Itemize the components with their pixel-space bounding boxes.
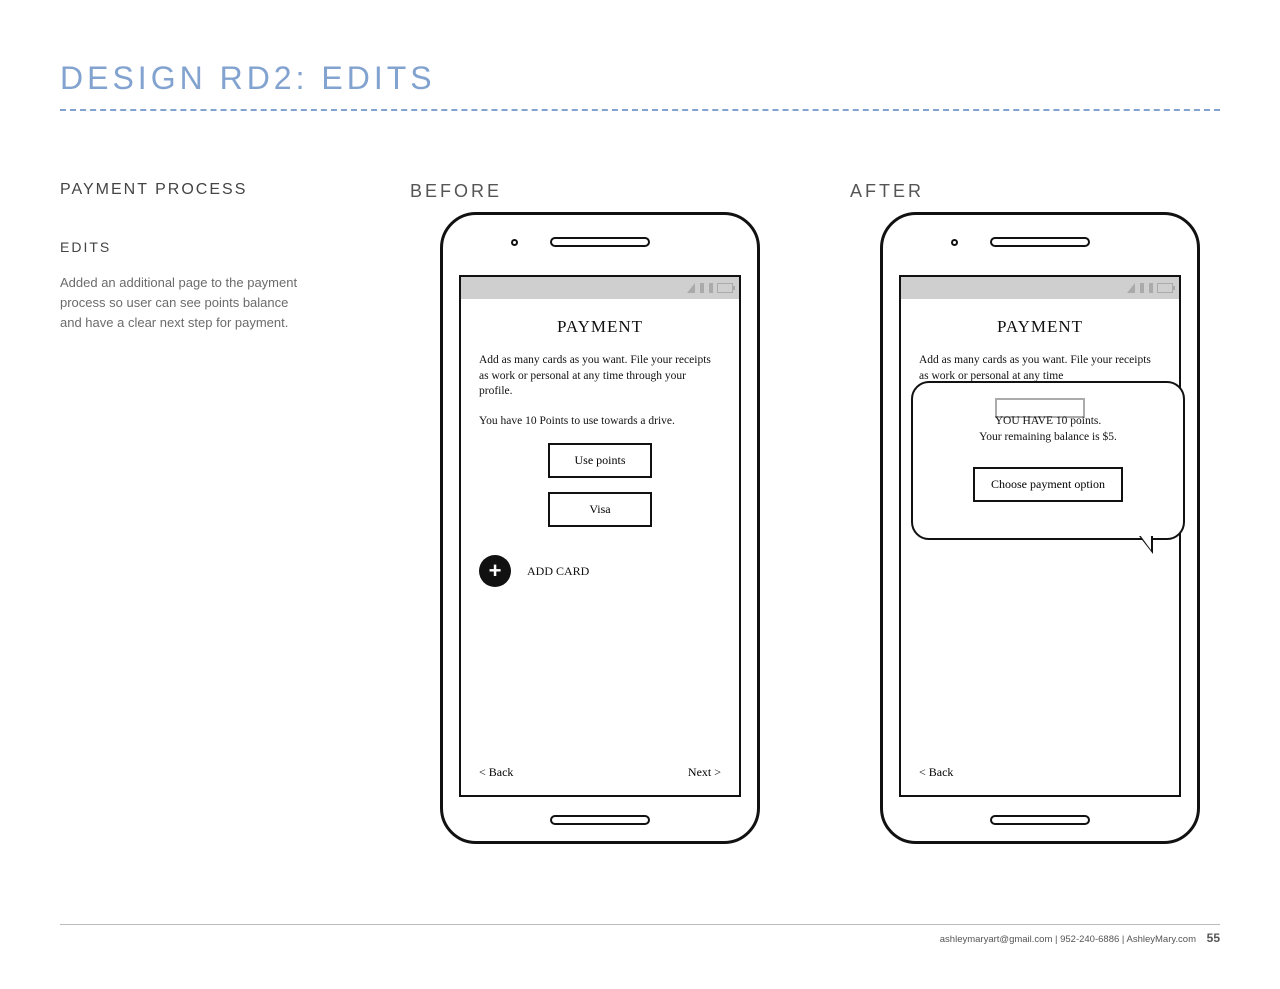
phone-frame-after: PAYMENT Add as many cards as you want. F… xyxy=(880,212,1200,844)
after-label: AFTER xyxy=(850,181,1240,202)
battery-icon xyxy=(717,283,733,293)
edits-description: Added an additional page to the payment … xyxy=(60,273,300,333)
status-bar xyxy=(461,277,739,299)
wizard-nav: < Back Next > xyxy=(461,755,739,795)
phone-home-icon xyxy=(990,815,1090,825)
next-button[interactable]: Next > xyxy=(688,765,721,780)
payment-instructions: Add as many cards as you want. File your… xyxy=(479,353,721,400)
page-title: DESIGN RD2: EDITS xyxy=(60,60,1220,105)
sidebar: PAYMENT PROCESS EDITS Added an additiona… xyxy=(60,181,360,844)
points-balance-text: You have 10 Points to use towards a driv… xyxy=(479,414,721,430)
signal-icon xyxy=(1140,283,1144,293)
visa-button[interactable]: Visa xyxy=(548,492,652,527)
screen-body-before: PAYMENT Add as many cards as you want. F… xyxy=(461,299,739,755)
signal-icon xyxy=(700,283,704,293)
signal-icon xyxy=(709,283,713,293)
choose-payment-button[interactable]: Choose payment option xyxy=(973,467,1123,502)
back-button[interactable]: < Back xyxy=(919,765,953,780)
popup-balance-line: Your remaining balance is $5. xyxy=(931,429,1165,445)
after-column: AFTER PAYMENT Add as many cards as you w… xyxy=(840,181,1240,844)
phone-home-icon xyxy=(550,815,650,825)
phone-speaker-icon xyxy=(550,237,650,247)
before-column: BEFORE PAYMENT Add as many cards as you … xyxy=(400,181,800,844)
wizard-nav: < Back xyxy=(901,755,1179,795)
before-label: BEFORE xyxy=(410,181,800,202)
page-footer: ashleymaryart@gmail.com | 952-240-6886 |… xyxy=(60,924,1220,945)
screen-title: PAYMENT xyxy=(479,317,721,337)
footer-contact: ashleymaryart@gmail.com | 952-240-6886 |… xyxy=(940,934,1196,945)
phone-frame-before: PAYMENT Add as many cards as you want. F… xyxy=(440,212,760,844)
add-card-button[interactable]: + ADD CARD xyxy=(479,555,721,587)
payment-instructions: Add as many cards as you want. File your… xyxy=(919,353,1161,384)
title-divider xyxy=(60,109,1220,111)
add-card-label: ADD CARD xyxy=(527,564,589,579)
battery-icon xyxy=(1157,283,1173,293)
status-bar xyxy=(901,277,1179,299)
screen-title: PAYMENT xyxy=(919,317,1161,337)
section-heading: PAYMENT PROCESS xyxy=(60,181,360,199)
back-button[interactable]: < Back xyxy=(479,765,513,780)
phone-camera-icon xyxy=(951,239,958,246)
phone-speaker-icon xyxy=(990,237,1090,247)
screen-body-after: PAYMENT Add as many cards as you want. F… xyxy=(901,299,1179,755)
content-columns: PAYMENT PROCESS EDITS Added an additiona… xyxy=(60,181,1220,844)
signal-icon xyxy=(1149,283,1153,293)
phone-camera-icon xyxy=(511,239,518,246)
screen-before: PAYMENT Add as many cards as you want. F… xyxy=(459,275,741,797)
wifi-icon xyxy=(1127,283,1135,293)
subsection-heading: EDITS xyxy=(60,239,360,255)
hidden-button-under-popup xyxy=(995,398,1085,418)
wifi-icon xyxy=(687,283,695,293)
plus-icon: + xyxy=(479,555,511,587)
screen-after: PAYMENT Add as many cards as you want. F… xyxy=(899,275,1181,797)
page-number: 55 xyxy=(1207,931,1220,945)
use-points-button[interactable]: Use points xyxy=(548,443,652,478)
